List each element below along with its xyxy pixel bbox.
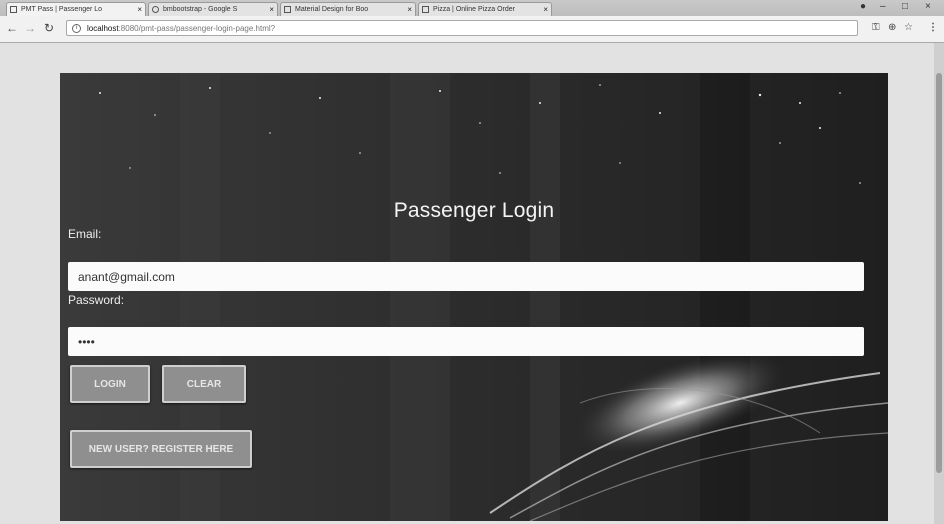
browser-toolbar: ← → ↻ i localhost:8080/pmt-pass/passenge… (0, 16, 944, 43)
tab-material-design[interactable]: Material Design for Boo × (280, 2, 416, 16)
close-icon[interactable]: × (407, 3, 412, 16)
clear-button[interactable]: CLEAR (162, 365, 246, 403)
zoom-icon[interactable]: ⊕ (888, 22, 896, 33)
key-icon[interactable]: ⚿ (872, 22, 880, 33)
login-card: Passenger Login Email: Password: LOGIN C… (60, 73, 888, 521)
password-field[interactable] (68, 327, 864, 356)
tab-label: Pizza | Online Pizza Order (433, 6, 515, 13)
google-icon (152, 6, 159, 13)
close-icon[interactable]: × (543, 3, 548, 16)
tab-label: Material Design for Boo (295, 6, 369, 13)
minimize-icon[interactable]: – (880, 1, 886, 12)
page-icon (422, 6, 429, 13)
page-title: Passenger Login (393, 199, 555, 222)
page-viewport: Passenger Login Email: Password: LOGIN C… (0, 43, 944, 524)
page-icon (10, 6, 17, 13)
window-close-icon[interactable]: × (925, 1, 931, 12)
register-button[interactable]: NEW USER? REGISTER HERE (70, 430, 252, 468)
tab-bar: PMT Pass | Passenger Lo × bmbootstrap - … (0, 0, 944, 16)
menu-icon[interactable]: ⋮ (928, 22, 938, 33)
close-icon[interactable]: × (269, 3, 274, 16)
tab-label: bmbootstrap - Google S (163, 6, 238, 13)
email-label: Email: (68, 227, 102, 241)
tab-pizza-order[interactable]: Pizza | Online Pizza Order × (418, 2, 552, 16)
star-icon[interactable]: ☆ (904, 22, 913, 33)
email-field[interactable] (68, 262, 864, 291)
scrollbar[interactable] (934, 43, 944, 524)
url-host: localhost (87, 24, 119, 33)
close-icon[interactable]: × (137, 3, 142, 16)
scrollbar-thumb[interactable] (936, 73, 942, 473)
tab-label: PMT Pass | Passenger Lo (21, 6, 103, 13)
maximize-icon[interactable]: □ (902, 1, 908, 12)
profile-icon[interactable]: ● (860, 1, 866, 12)
page-icon (284, 6, 291, 13)
login-button[interactable]: LOGIN (70, 365, 150, 403)
back-icon[interactable]: ← (6, 21, 18, 35)
reload-icon[interactable]: ↻ (44, 21, 54, 35)
tab-google-search[interactable]: bmbootstrap - Google S × (148, 2, 278, 16)
address-bar[interactable]: i localhost:8080/pmt-pass/passenger-logi… (66, 20, 858, 36)
password-label: Password: (68, 293, 125, 307)
url-path: :8080/pmt-pass/passenger-login-page.html… (118, 24, 276, 33)
tab-passenger-login[interactable]: PMT Pass | Passenger Lo × (6, 2, 146, 16)
forward-icon[interactable]: → (24, 21, 36, 35)
info-icon[interactable]: i (72, 24, 81, 33)
